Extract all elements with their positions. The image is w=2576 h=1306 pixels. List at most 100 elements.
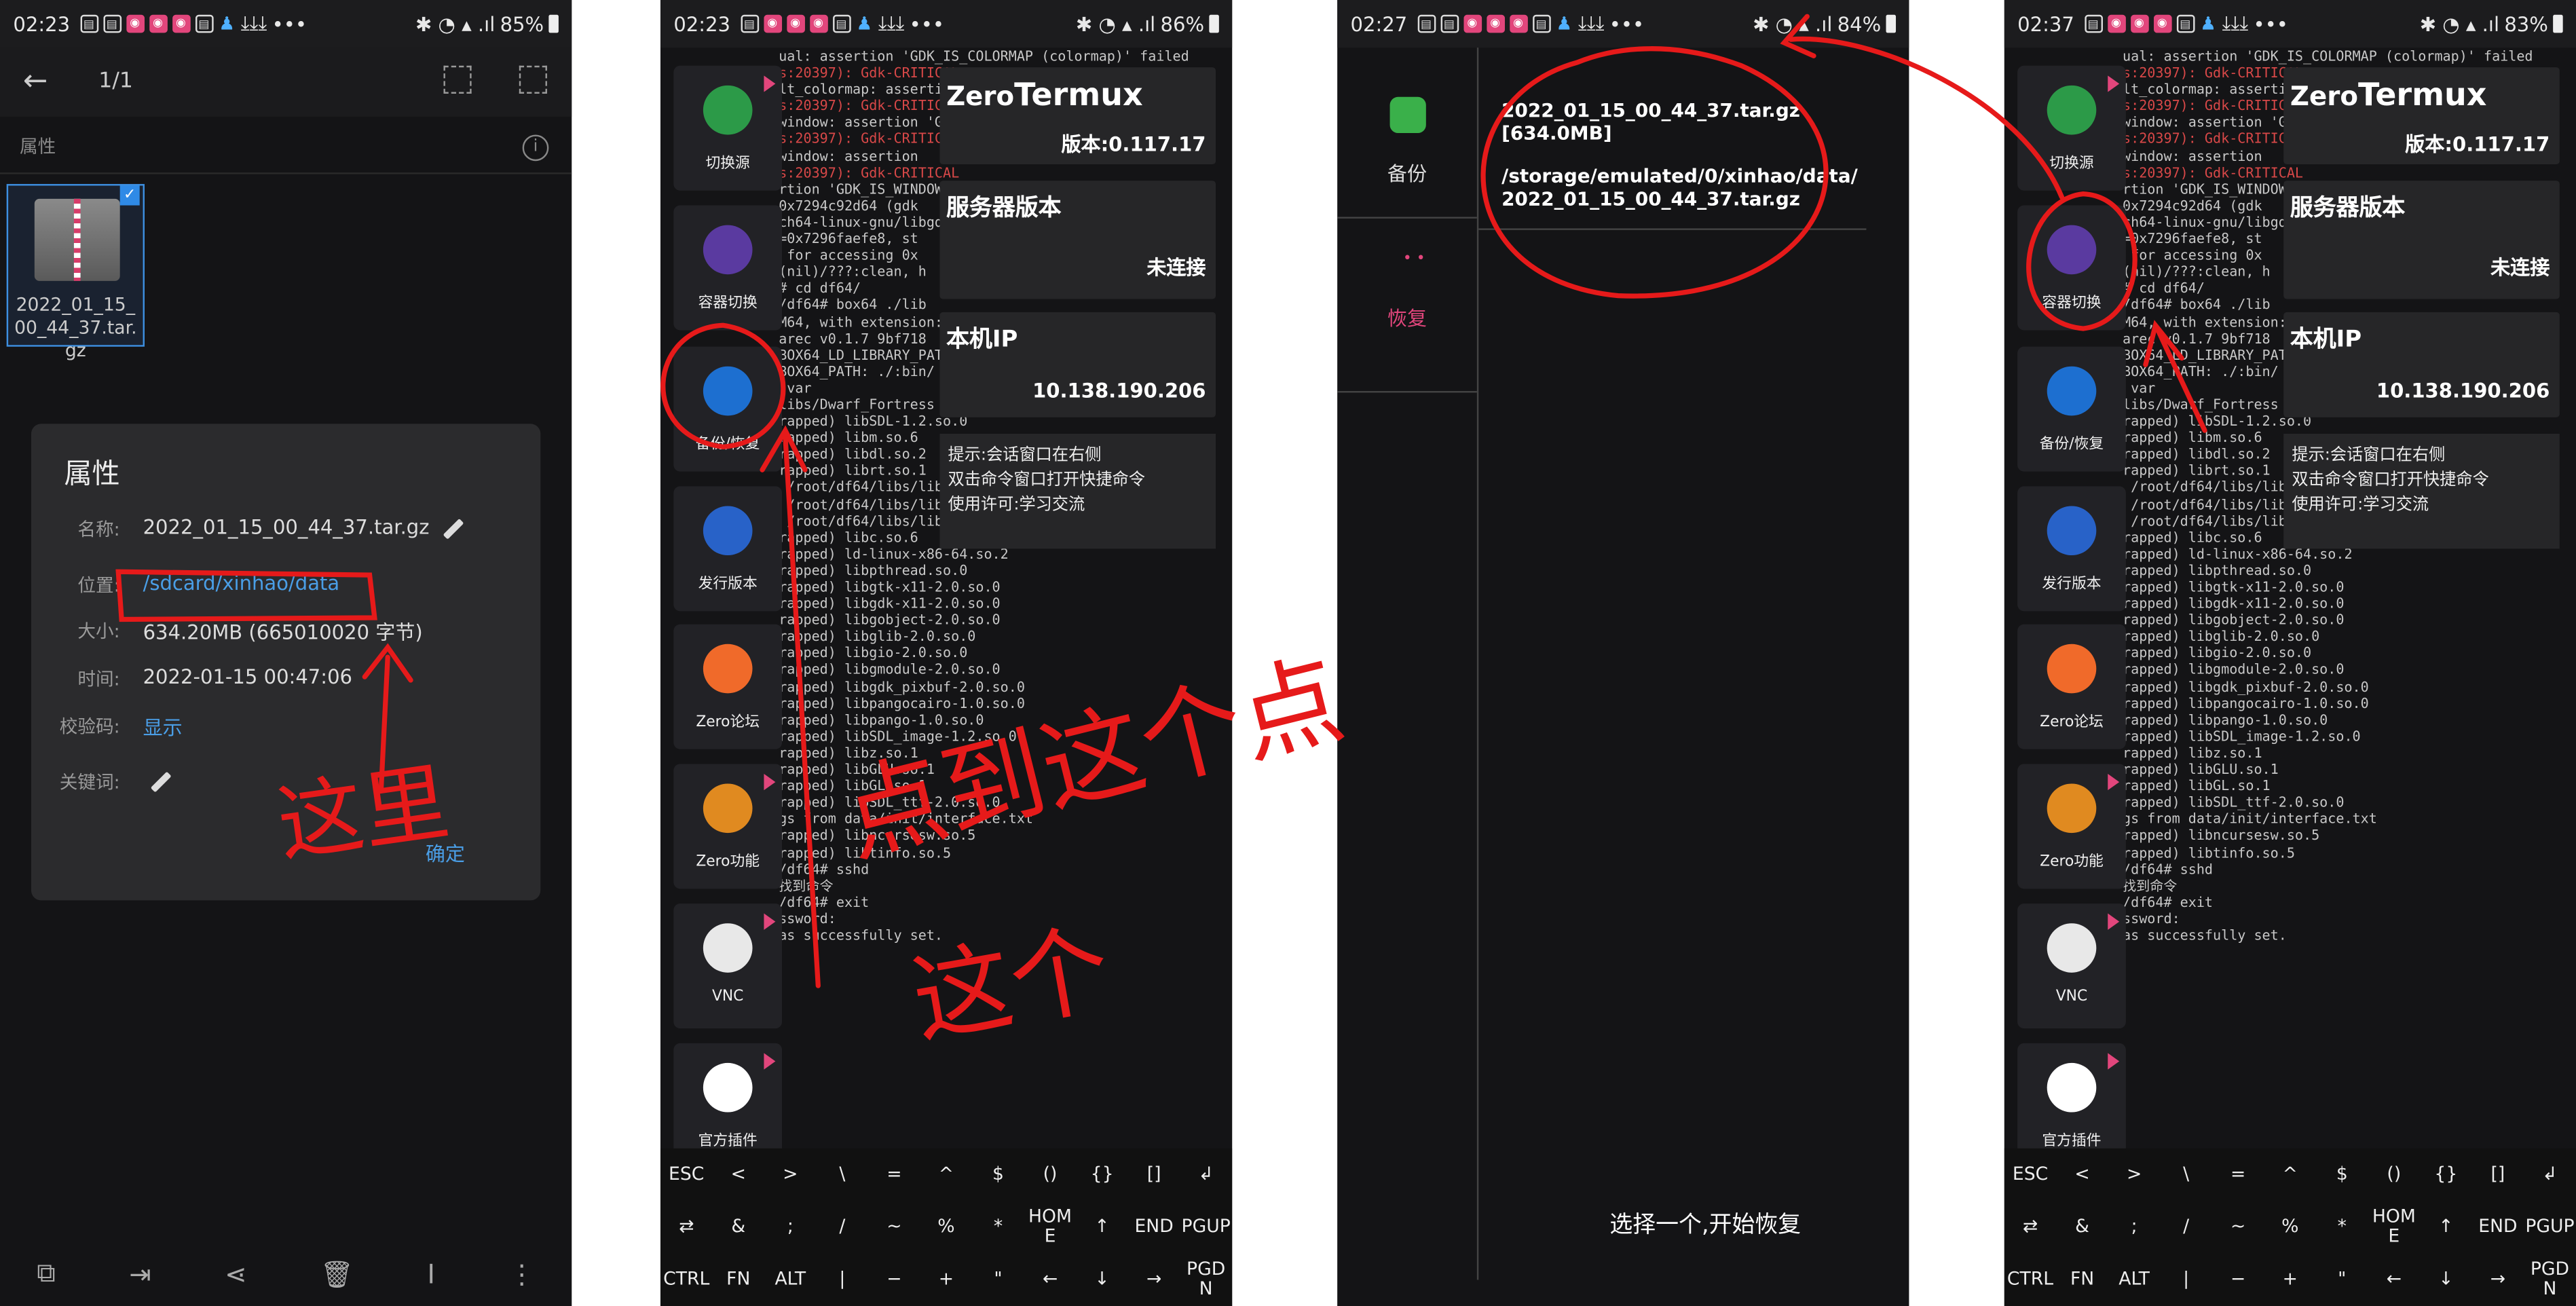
extra-key[interactable]: >: [765, 1164, 816, 1184]
extra-key[interactable]: ↑: [1077, 1216, 1127, 1237]
extra-key[interactable]: |: [817, 1269, 867, 1290]
extra-key[interactable]: *: [2317, 1216, 2368, 1237]
checked-icon[interactable]: ✓: [119, 185, 140, 206]
select-all-icon[interactable]: [519, 65, 547, 94]
extra-key[interactable]: ↓: [2421, 1269, 2471, 1290]
side-tile[interactable]: Zero功能: [2017, 764, 2126, 889]
extra-key[interactable]: −: [2213, 1269, 2264, 1290]
extra-key[interactable]: →: [2472, 1269, 2523, 1290]
extra-key[interactable]: ←: [2368, 1269, 2419, 1290]
side-tile[interactable]: 切换源: [673, 65, 783, 191]
extra-key[interactable]: CTRL: [2005, 1269, 2056, 1290]
more-vert-icon[interactable]: ⋮: [508, 1258, 535, 1289]
extra-key[interactable]: +: [2264, 1269, 2315, 1290]
side-tile[interactable]: 容器切换: [2017, 205, 2126, 331]
back-arrow-icon[interactable]: ←: [23, 64, 48, 98]
extra-key[interactable]: <: [713, 1164, 764, 1184]
share-icon[interactable]: ⋖: [225, 1258, 246, 1289]
extra-key[interactable]: ;: [2109, 1216, 2160, 1237]
extra-key[interactable]: +: [920, 1269, 971, 1290]
extra-key[interactable]: HOM E: [1025, 1207, 1076, 1247]
extra-key[interactable]: ALT: [765, 1269, 816, 1290]
extra-key[interactable]: (): [1025, 1164, 1076, 1184]
side-tile[interactable]: 切换源: [2017, 65, 2126, 191]
extra-key[interactable]: ↓: [1077, 1269, 1127, 1290]
backup-entry[interactable]: 2022_01_15_00_44_37.tar.gz [634.0MB] /st…: [1501, 98, 1863, 210]
info-icon[interactable]: i: [522, 134, 549, 162]
extra-key[interactable]: *: [973, 1216, 1024, 1237]
edit-keywords-icon[interactable]: [150, 770, 172, 792]
delete-icon[interactable]: 🗑: [320, 1258, 354, 1289]
extra-key[interactable]: $: [973, 1164, 1024, 1184]
file-tile[interactable]: ✓ 2022_01_15_00_44_37.tar.gz: [6, 184, 145, 361]
extra-key[interactable]: %: [2264, 1216, 2315, 1237]
side-tile[interactable]: VNC: [673, 903, 783, 1029]
side-tile[interactable]: VNC: [2017, 903, 2126, 1029]
extra-key[interactable]: ⇄: [2005, 1216, 2056, 1237]
side-tile[interactable]: Zero论坛: [673, 624, 783, 749]
extra-key[interactable]: /: [2161, 1216, 2211, 1237]
extra-key[interactable]: ⇄: [661, 1216, 712, 1237]
side-tile[interactable]: Zero功能: [673, 764, 783, 889]
extra-key[interactable]: $: [2317, 1164, 2368, 1184]
extra-key[interactable]: \: [817, 1164, 867, 1184]
value-location-link[interactable]: /sdcard/xinhao/data: [143, 572, 340, 595]
extra-key[interactable]: PGD N: [2524, 1259, 2575, 1299]
extra-key[interactable]: PGUP: [1180, 1216, 1231, 1237]
extra-key[interactable]: ^: [920, 1164, 971, 1184]
extra-key[interactable]: \: [2161, 1164, 2211, 1184]
extra-key[interactable]: =: [2213, 1164, 2264, 1184]
extra-key[interactable]: PGUP: [2524, 1216, 2575, 1237]
rename-icon[interactable]: I: [427, 1258, 434, 1289]
extra-key[interactable]: |: [2161, 1269, 2211, 1290]
move-icon[interactable]: ⇥: [129, 1258, 151, 1289]
menu-backup[interactable]: 备份: [1337, 48, 1477, 219]
extra-key[interactable]: {}: [1077, 1164, 1127, 1184]
extra-key[interactable]: →: [1129, 1269, 1180, 1290]
extra-key[interactable]: END: [2472, 1216, 2523, 1237]
extra-key[interactable]: &: [713, 1216, 764, 1237]
extra-key[interactable]: −: [869, 1269, 920, 1290]
extra-key[interactable]: /: [817, 1216, 867, 1237]
extra-key[interactable]: ←: [1025, 1269, 1076, 1290]
extra-key[interactable]: =: [869, 1164, 920, 1184]
extra-key[interactable]: ESC: [661, 1164, 712, 1184]
side-tile[interactable]: Zero论坛: [2017, 624, 2126, 749]
menu-restore[interactable]: • • 恢复: [1337, 222, 1477, 393]
extra-key[interactable]: (): [2368, 1164, 2419, 1184]
extra-key[interactable]: ;: [765, 1216, 816, 1237]
extra-key[interactable]: <: [2057, 1164, 2108, 1184]
extra-key[interactable]: []: [1129, 1164, 1180, 1184]
side-tile[interactable]: 备份/恢复: [2017, 346, 2126, 472]
extra-key[interactable]: ": [973, 1269, 1024, 1290]
show-hash-link[interactable]: 显示: [143, 713, 183, 741]
extra-key[interactable]: CTRL: [661, 1269, 712, 1290]
extra-key[interactable]: ↲: [2524, 1164, 2575, 1184]
side-tile[interactable]: 容器切换: [673, 205, 783, 331]
extra-key[interactable]: END: [1129, 1216, 1180, 1237]
extra-key[interactable]: &: [2057, 1216, 2108, 1237]
extra-key[interactable]: ~: [2213, 1216, 2264, 1237]
extra-key[interactable]: ↲: [1180, 1164, 1231, 1184]
extra-key[interactable]: ^: [2264, 1164, 2315, 1184]
extra-key[interactable]: >: [2109, 1164, 2160, 1184]
extra-key[interactable]: %: [920, 1216, 971, 1237]
edit-pencil-icon[interactable]: [443, 517, 465, 539]
extra-key[interactable]: FN: [713, 1269, 764, 1290]
select-region-icon[interactable]: [443, 65, 472, 94]
extra-key[interactable]: []: [2472, 1164, 2523, 1184]
side-tile[interactable]: 备份/恢复: [673, 346, 783, 472]
extra-key[interactable]: HOM E: [2368, 1207, 2419, 1247]
extra-key[interactable]: PGD N: [1180, 1259, 1231, 1299]
extra-key[interactable]: ~: [869, 1216, 920, 1237]
extra-key[interactable]: FN: [2057, 1269, 2108, 1290]
extra-key[interactable]: ↑: [2421, 1216, 2471, 1237]
side-tile[interactable]: 发行版本: [2017, 486, 2126, 612]
extra-key[interactable]: {}: [2421, 1164, 2471, 1184]
extra-key[interactable]: ALT: [2109, 1269, 2160, 1290]
side-tile[interactable]: 发行版本: [673, 486, 783, 612]
ok-button[interactable]: 确定: [426, 840, 465, 867]
copy-icon[interactable]: ⧉: [37, 1257, 56, 1290]
extra-key[interactable]: ": [2317, 1269, 2368, 1290]
extra-key[interactable]: ESC: [2005, 1164, 2056, 1184]
